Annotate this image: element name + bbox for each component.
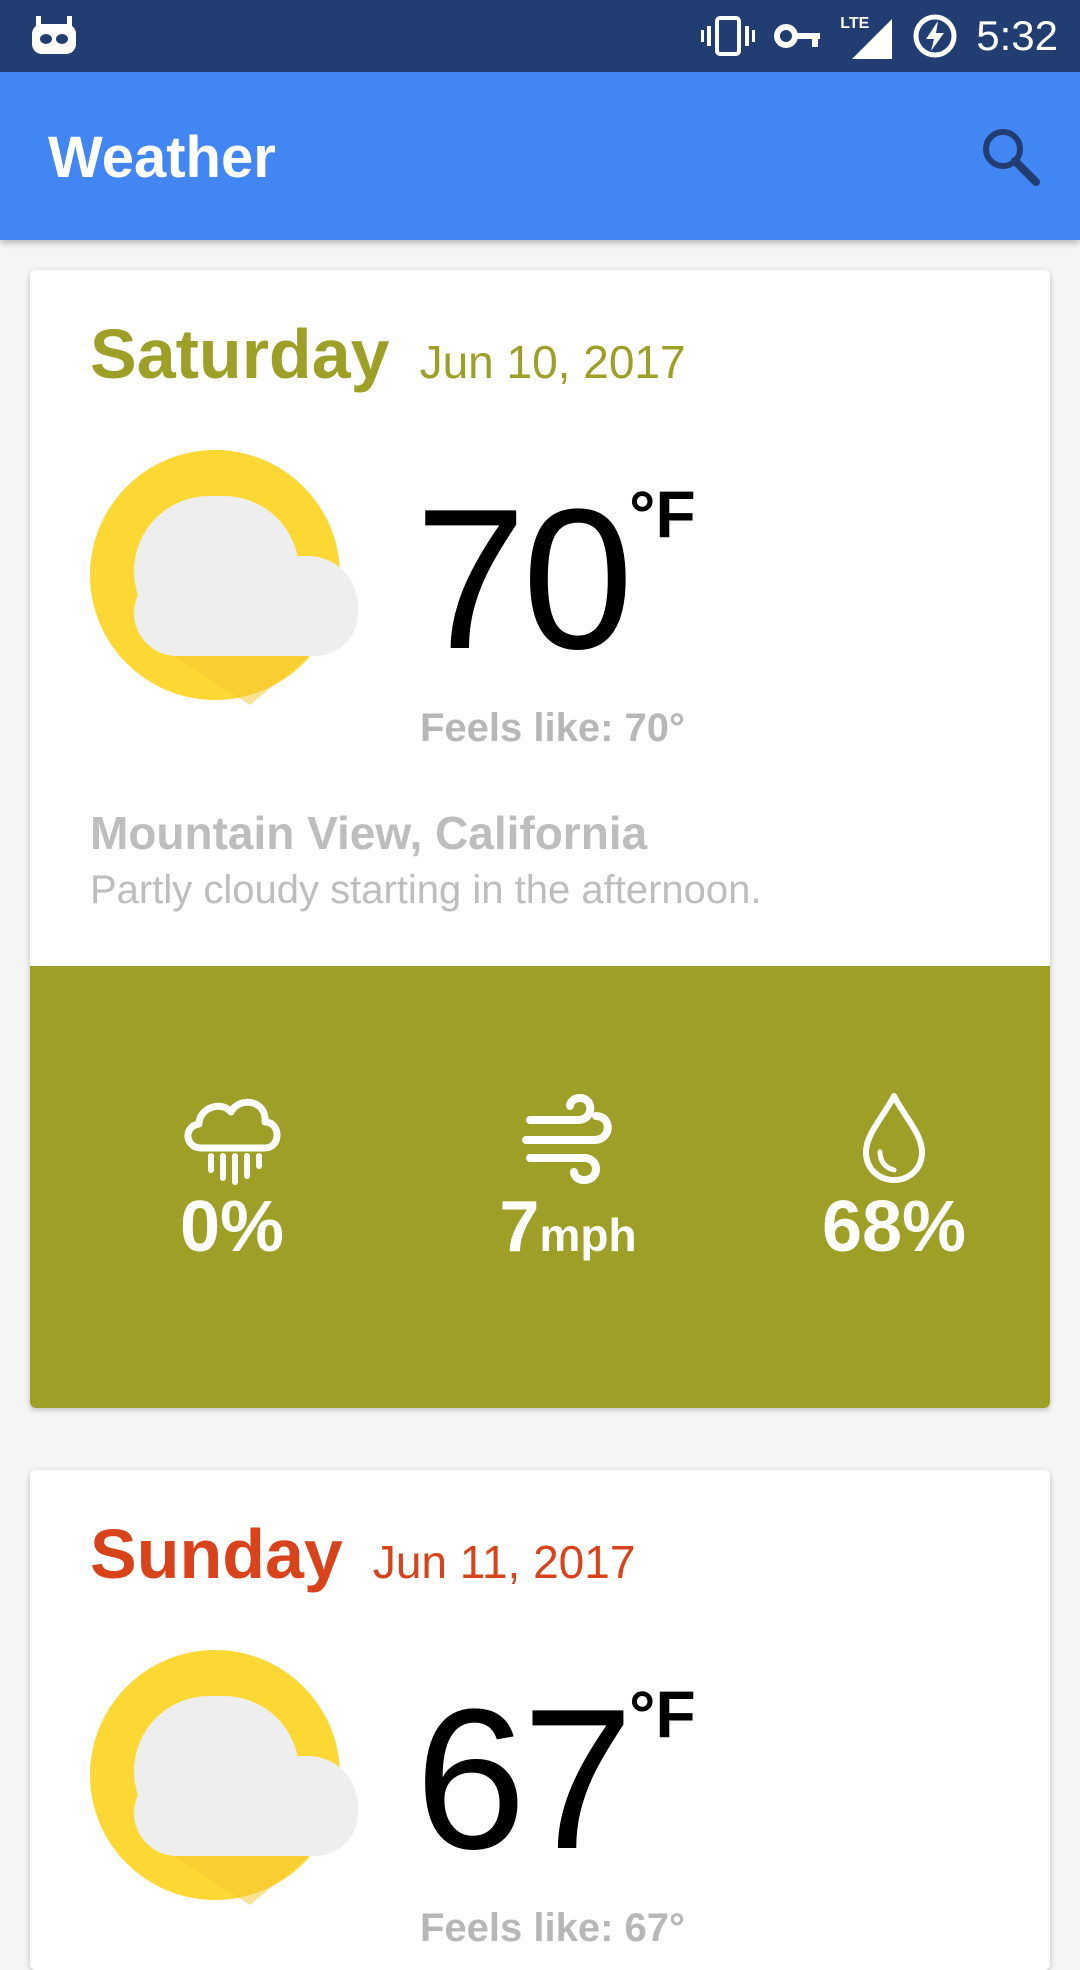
humidity-value: 68% [821,1187,967,1267]
clock: 5:32 [976,12,1058,59]
precipitation-value: 0% [179,1187,285,1267]
day-header: Sunday Jun 11, 2017 [90,1514,635,1594]
feels-like: Feels like: 67° [420,1906,686,1950]
battery-charging-icon [912,13,958,59]
status-bar: LTE 5:32 [0,0,1080,72]
wind-speed: 7 [499,1187,540,1267]
wind-icon [522,1093,612,1185]
lte-signal-icon: LTE [840,11,894,61]
humidity-stat: 68% [764,1090,1024,1268]
app-bar: Weather [0,72,1080,240]
temperature-value: 67 [415,1668,633,1891]
search-icon [983,129,1040,186]
vpn-key-icon [774,21,822,51]
weather-details-panel: 0% 7mph 68% [30,966,1050,1408]
rain-cloud-icon [184,1098,281,1185]
forecast-card-sunday[interactable]: Sunday Jun 11, 2017 67 °F Feels like: 67… [30,1470,1050,1970]
wind-value: 7mph [438,1186,698,1268]
day-name: Saturday [90,315,390,393]
temperature-display: 70 °F [415,477,696,680]
temperature-display: 67 °F [415,1677,696,1880]
page-title: Weather [48,125,276,190]
temperature-unit: °F [629,1677,696,1751]
partly-cloudy-icon [90,450,365,705]
android-notification-icon [30,14,78,56]
location-name: Mountain View, California [90,807,648,859]
forecast-card-saturday[interactable]: Saturday Jun 10, 2017 70 °F Feels like: … [30,270,1050,1408]
day-name: Sunday [90,1515,343,1593]
water-drop-icon [863,1093,925,1183]
day-date: Jun 11, 2017 [372,1536,636,1588]
search-button[interactable] [976,122,1044,190]
wind-unit: mph [539,1209,637,1261]
wind-stat: 7mph [438,1090,698,1268]
temperature-unit: °F [629,477,696,551]
vibrate-icon [700,14,756,58]
temperature-value: 70 [415,468,633,691]
partly-cloudy-icon [90,1650,365,1905]
day-header: Saturday Jun 10, 2017 [90,314,686,394]
weather-summary: Partly cloudy starting in the afternoon. [90,868,762,912]
feels-like: Feels like: 70° [420,706,686,750]
precipitation-stat: 0% [102,1090,362,1268]
day-date: Jun 10, 2017 [419,336,686,388]
